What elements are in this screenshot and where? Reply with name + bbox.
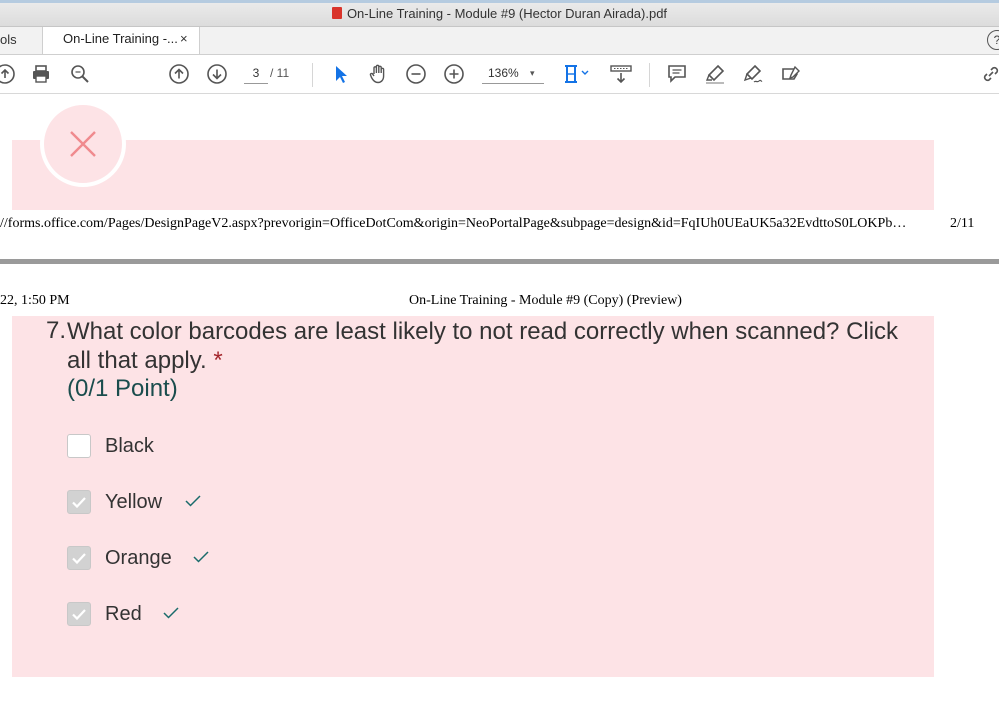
hand-icon[interactable] — [367, 63, 389, 85]
close-icon — [70, 131, 96, 157]
tab-tools[interactable]: ols — [0, 27, 17, 54]
tab-close-icon[interactable]: × — [180, 27, 188, 51]
correct-tick-icon — [185, 495, 201, 507]
option-label: Orange — [105, 547, 172, 569]
current-page-input[interactable]: 3 — [244, 63, 268, 84]
prev-page-icon[interactable] — [168, 63, 190, 85]
page-header-date: 22, 1:50 PM — [0, 293, 70, 308]
help-icon[interactable]: ? — [987, 30, 999, 50]
checkbox-red[interactable] — [67, 602, 91, 626]
page-footer-number: 2/11 — [950, 216, 975, 231]
incorrect-badge — [40, 101, 126, 187]
zoom-level-select[interactable]: 136% ▾ — [482, 63, 544, 84]
page-header-title: On-Line Training - Module #9 (Copy) (Pre… — [409, 293, 682, 308]
page-footer-url: //forms.office.com/Pages/DesignPageV2.as… — [0, 216, 907, 231]
incorrect-banner — [12, 140, 934, 210]
option-label: Red — [105, 603, 142, 625]
correct-tick-icon — [163, 607, 179, 619]
tab-document-label: On-Line Training -... — [63, 31, 178, 46]
tab-document[interactable]: On-Line Training -... × — [42, 27, 200, 54]
checkmark-icon — [72, 497, 86, 509]
print-icon[interactable] — [30, 63, 52, 85]
toolbar-divider — [312, 63, 313, 87]
page-separator — [0, 259, 999, 264]
zoom-level-value: 136% — [488, 66, 519, 80]
window-titlebar: On-Line Training - Module #9 (Hector Dur… — [0, 0, 999, 27]
sign-icon[interactable] — [742, 63, 764, 85]
toolbar-divider — [649, 63, 650, 87]
highlight-icon[interactable] — [704, 63, 726, 85]
window-title-text: On-Line Training - Module #9 (Hector Dur… — [346, 6, 668, 21]
select-arrow-icon[interactable] — [329, 63, 351, 85]
option-label: Yellow — [105, 491, 163, 513]
checkmark-icon — [72, 609, 86, 621]
scroll-mode-icon[interactable] — [610, 63, 632, 85]
checkbox-yellow[interactable] — [67, 490, 91, 514]
question-number: 7. — [46, 317, 67, 344]
zoom-in-icon[interactable] — [443, 63, 465, 85]
question-text-body: What color barcodes are least likely to … — [67, 318, 899, 374]
question-text: What color barcodes are least likely to … — [67, 317, 917, 375]
checkmark-icon — [72, 553, 86, 565]
question-points: (0/1 Point) — [67, 375, 178, 402]
link-icon[interactable] — [980, 63, 999, 85]
option-label: Black — [105, 435, 154, 457]
titlebar-topline — [0, 0, 999, 3]
fill-sign-icon[interactable] — [780, 63, 802, 85]
correct-tick-icon — [193, 551, 209, 563]
chevron-down-icon: ▾ — [530, 68, 535, 78]
checkbox-orange[interactable] — [67, 546, 91, 570]
question-card: 7. What color barcodes are least likely … — [12, 316, 934, 677]
search-zoom-icon[interactable] — [69, 63, 91, 85]
checkbox-black[interactable] — [67, 434, 91, 458]
pdf-file-icon — [331, 7, 342, 19]
page-total: / 11 — [270, 66, 290, 80]
fit-page-icon[interactable] — [563, 63, 593, 85]
main-toolbar: 3 / 11 136% ▾ — [0, 55, 999, 94]
zoom-out-icon[interactable] — [405, 63, 427, 85]
tab-bar: ols On-Line Training -... × ? — [0, 27, 999, 55]
comment-icon[interactable] — [666, 63, 688, 85]
window-title: On-Line Training - Module #9 (Hector Dur… — [0, 6, 999, 21]
next-page-icon[interactable] — [206, 63, 228, 85]
upload-icon[interactable] — [0, 63, 16, 85]
required-mark: * — [213, 347, 223, 374]
